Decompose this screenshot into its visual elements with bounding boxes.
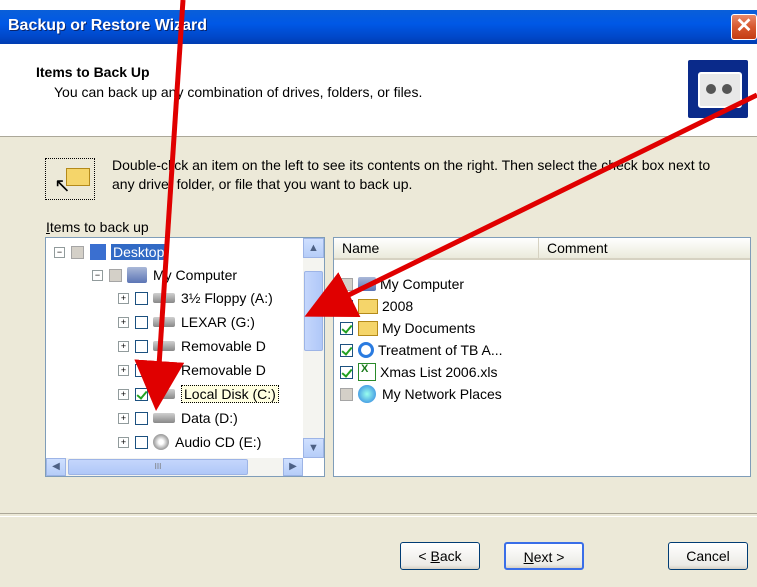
list-item-treatment[interactable]: Treatment of TB A... [340, 340, 503, 360]
page-title: Items to Back Up [36, 64, 150, 80]
items-to-back-up-label: Items to back up [46, 219, 149, 235]
tree-item-my-computer[interactable]: − My Computer [92, 265, 237, 285]
items-list-view[interactable]: Name Comment My Computer 2008 My Documen… [333, 237, 751, 477]
desktop-icon [89, 243, 107, 261]
scroll-left-button[interactable]: ◀ [46, 458, 66, 476]
close-button[interactable]: ✕ [731, 14, 757, 40]
list-item-my-documents[interactable]: My Documents [340, 318, 475, 338]
checkbox[interactable] [135, 411, 148, 425]
button-separator [0, 513, 757, 517]
back-button[interactable]: < Back [400, 542, 480, 570]
expand-icon[interactable]: + [118, 364, 129, 376]
documents-folder-icon [358, 320, 378, 336]
tree-item-local-disk[interactable]: + Local Disk (C:) [118, 384, 279, 404]
expand-icon[interactable]: + [118, 340, 129, 352]
scroll-down-button[interactable]: ▼ [303, 438, 324, 458]
checkbox[interactable] [340, 277, 353, 291]
list-item-my-computer[interactable]: My Computer [340, 274, 464, 294]
collapse-icon[interactable]: − [54, 246, 65, 258]
column-header-name[interactable]: Name [334, 238, 539, 260]
backup-tape-icon [688, 60, 748, 118]
tree-horizontal-scrollbar[interactable]: ◀ III ▶ [46, 458, 303, 476]
checkbox[interactable] [135, 435, 148, 449]
checkbox[interactable] [340, 387, 353, 401]
checkbox[interactable] [135, 315, 148, 329]
folder-icon [358, 298, 378, 314]
list-item-label: Xmas List 2006.xls [380, 364, 498, 380]
tree-item-label: Local Disk (C:) [181, 385, 279, 403]
checkbox-checked[interactable] [340, 343, 353, 357]
items-tree-view[interactable]: − Desktop − My Computer + 3½ Floppy (A:)… [45, 237, 325, 477]
scroll-up-button[interactable]: ▲ [303, 238, 324, 258]
checkbox[interactable] [109, 268, 122, 282]
folder-cursor-icon: ↖ [45, 158, 95, 200]
drive-icon [153, 389, 175, 399]
horizontal-scroll-thumb[interactable]: III [68, 459, 248, 475]
title-bar: Backup or Restore Wizard ✕ [0, 10, 757, 44]
checkbox[interactable] [135, 291, 148, 305]
checkbox-checked[interactable] [135, 387, 148, 401]
list-item-label: My Documents [382, 320, 476, 336]
tree-item-removable-2[interactable]: + Removable D [118, 360, 266, 380]
list-item-network-places[interactable]: My Network Places [340, 384, 502, 404]
tree-item-audio-cd[interactable]: + Audio CD (E:) [118, 432, 261, 452]
tree-item-label: My Computer [153, 267, 238, 283]
tree-item-floppy[interactable]: + 3½ Floppy (A:) [118, 288, 273, 308]
checkbox-checked[interactable] [340, 365, 353, 379]
checkbox[interactable] [135, 363, 148, 377]
next-button[interactable]: Next > [504, 542, 584, 570]
tree-vertical-scrollbar[interactable]: ▲ ▼ [303, 238, 324, 458]
list-item-label: My Network Places [382, 386, 502, 402]
page-subtitle: You can back up any combination of drive… [54, 84, 423, 100]
checkbox-checked[interactable] [340, 321, 353, 335]
tree-item-desktop[interactable]: − Desktop [54, 242, 167, 262]
expand-icon[interactable]: + [118, 412, 129, 424]
expand-icon[interactable]: + [118, 436, 129, 448]
wizard-window: Backup or Restore Wizard ✕ Items to Back… [0, 10, 757, 587]
expand-icon[interactable]: + [118, 388, 129, 400]
tree-item-lexar[interactable]: + LEXAR (G:) [118, 312, 255, 332]
expand-icon[interactable]: + [118, 292, 129, 304]
column-header-comment[interactable]: Comment [539, 238, 750, 260]
drive-icon [153, 365, 175, 375]
tree-item-label: Audio CD (E:) [175, 434, 262, 450]
excel-file-icon [358, 363, 376, 381]
network-places-icon [358, 385, 376, 403]
tree-item-label: Removable D [181, 362, 266, 378]
list-item-2008[interactable]: 2008 [340, 296, 413, 316]
list-item-xmas-list[interactable]: Xmas List 2006.xls [340, 362, 498, 382]
computer-icon [127, 267, 147, 283]
checkbox[interactable] [135, 339, 148, 353]
cancel-button[interactable]: Cancel [668, 542, 748, 570]
drive-icon [153, 413, 175, 423]
floppy-drive-icon [153, 293, 175, 303]
scroll-right-button[interactable]: ▶ [283, 458, 303, 476]
cd-icon [153, 434, 169, 450]
tree-item-label: LEXAR (G:) [181, 314, 255, 330]
expand-icon[interactable]: + [118, 316, 129, 328]
tree-item-label: Desktop [111, 244, 167, 260]
tree-item-data[interactable]: + Data (D:) [118, 408, 238, 428]
instructions-text: Double-click an item on the left to see … [112, 157, 711, 192]
list-item-label: 2008 [382, 298, 414, 314]
window-title: Backup or Restore Wizard [8, 17, 208, 34]
tree-item-label: Removable D [181, 338, 266, 354]
tree-item-label: 3½ Floppy (A:) [181, 290, 273, 306]
wizard-header: Items to Back Up You can back up any com… [0, 44, 757, 137]
drive-icon [153, 317, 175, 327]
collapse-icon[interactable]: − [92, 269, 103, 281]
list-item-label: My Computer [380, 276, 465, 292]
checkbox[interactable] [71, 245, 84, 259]
document-caption-strip [0, 0, 757, 10]
tree-item-label: Data (D:) [181, 410, 238, 426]
list-item-label: Treatment of TB A... [378, 342, 503, 358]
checkbox-checked[interactable] [340, 299, 353, 313]
computer-icon [358, 277, 376, 291]
scroll-thumb[interactable] [304, 271, 323, 351]
tree-item-removable-1[interactable]: + Removable D [118, 336, 266, 356]
internet-explorer-icon [358, 342, 374, 358]
drive-icon [153, 341, 175, 351]
